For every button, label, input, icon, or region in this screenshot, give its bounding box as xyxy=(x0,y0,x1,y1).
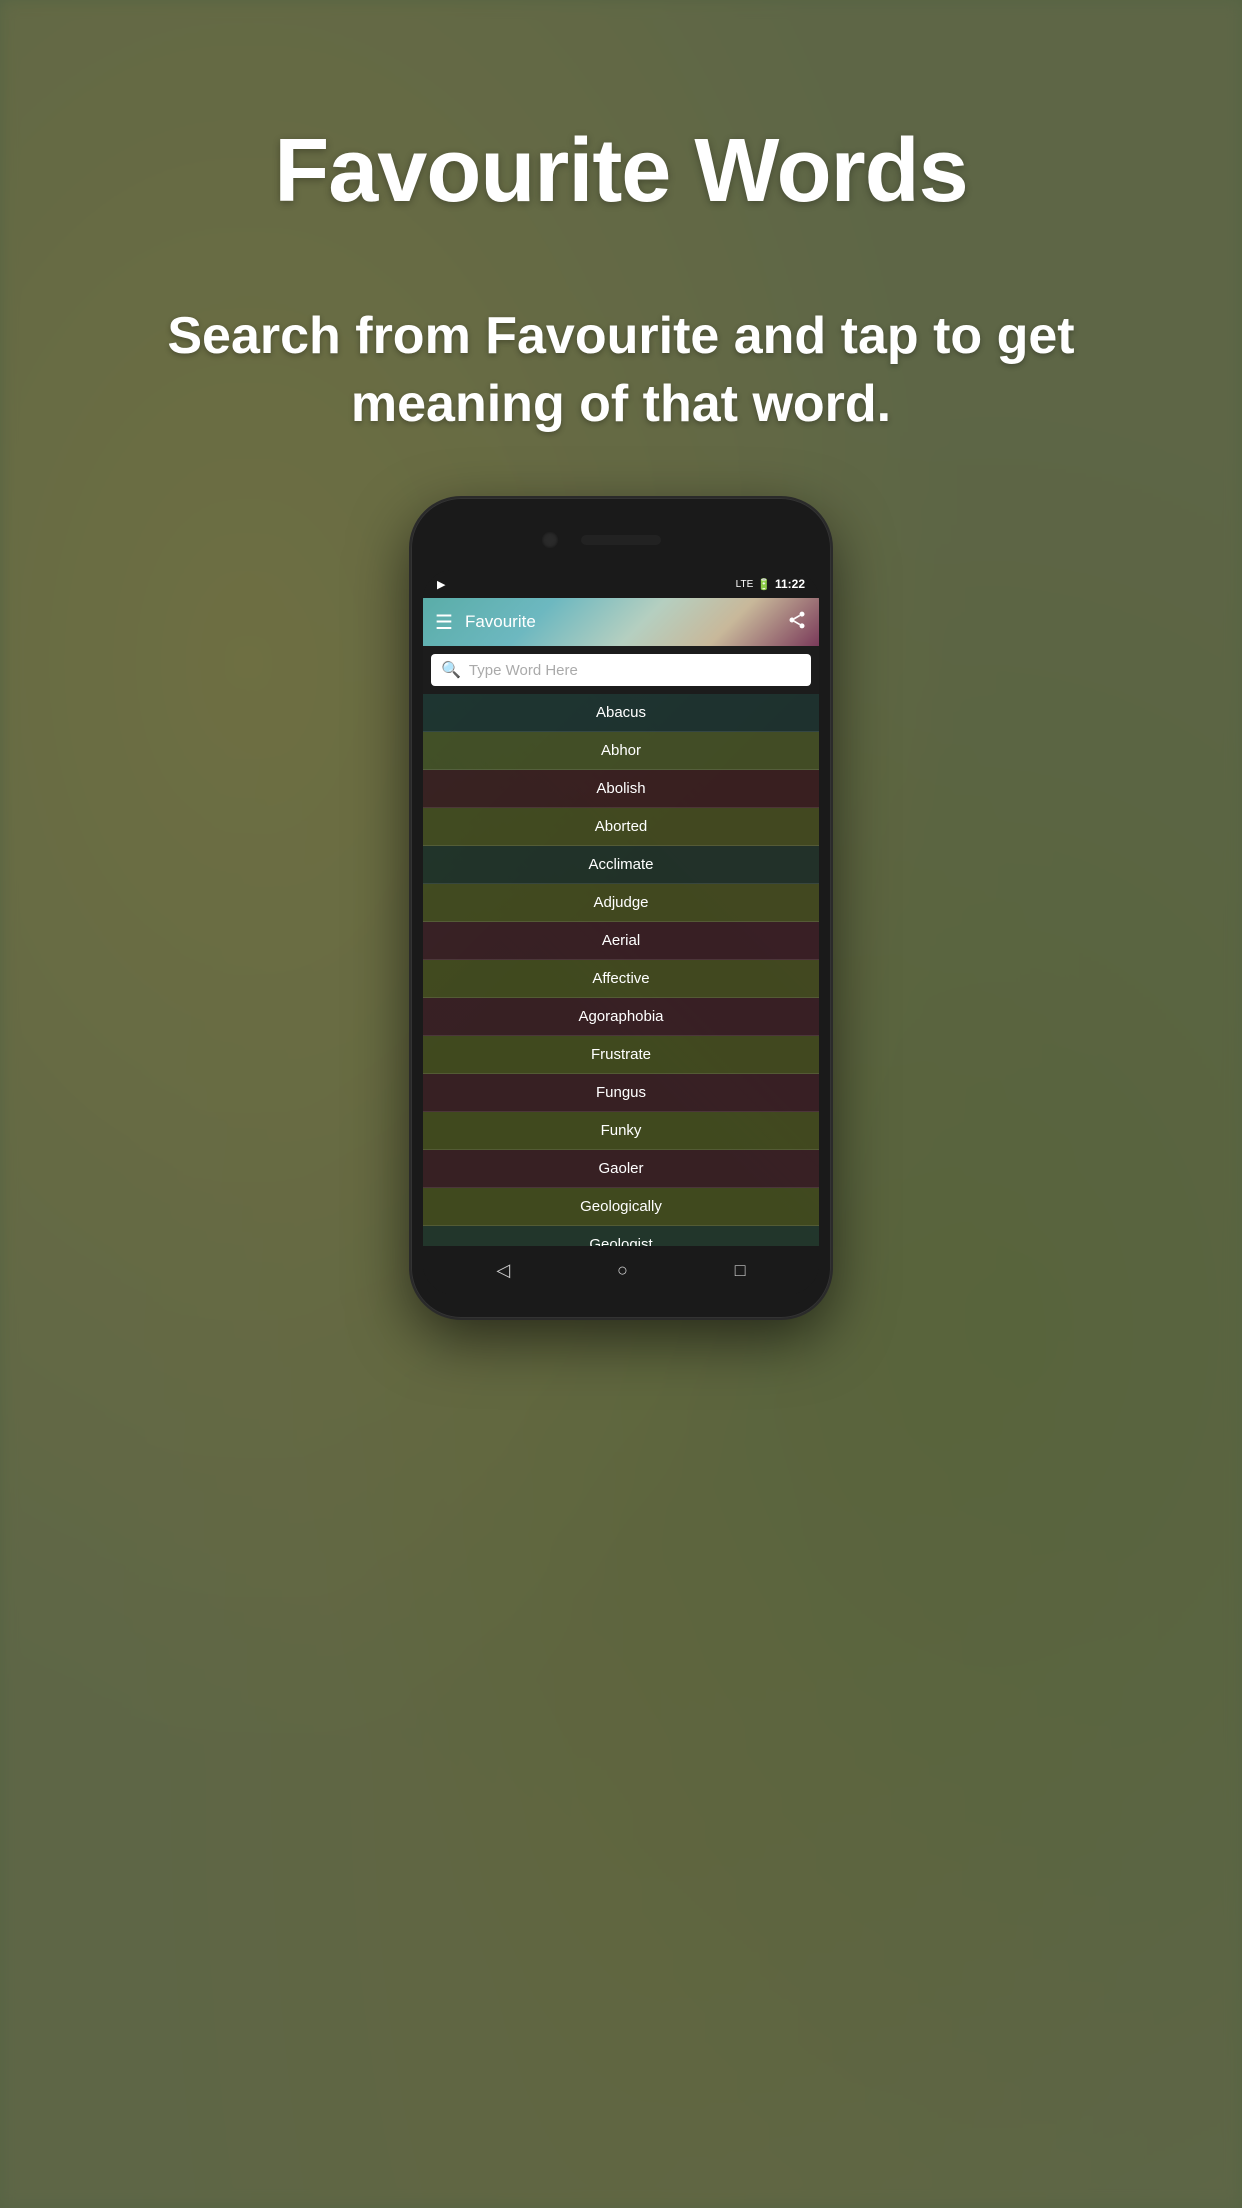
words-container: AbacusAbhorAbolishAbortedAcclimateAdjudg… xyxy=(423,694,819,1246)
list-item[interactable]: Aborted xyxy=(423,808,819,846)
recent-button[interactable]: □ xyxy=(735,1260,746,1281)
status-battery: 🔋 xyxy=(757,578,771,591)
status-bar: ▶ LTE 🔋 11:22 xyxy=(423,570,819,598)
home-button[interactable]: ○ xyxy=(617,1260,628,1281)
phone-top xyxy=(423,510,819,570)
search-icon: 🔍 xyxy=(441,660,461,680)
list-item[interactable]: Gaoler xyxy=(423,1150,819,1188)
status-play-icon: ▶ xyxy=(437,578,445,591)
status-signal: LTE xyxy=(736,579,754,590)
page-content: Favourite Words Search from Favourite an… xyxy=(0,0,1242,2208)
list-item[interactable]: Abhor xyxy=(423,732,819,770)
phone-camera xyxy=(541,531,559,549)
phone-speaker xyxy=(581,535,661,545)
list-item[interactable]: Acclimate xyxy=(423,846,819,884)
list-item[interactable]: Frustrate xyxy=(423,1036,819,1074)
phone-mockup: ▶ LTE 🔋 11:22 ☰ Favourite xyxy=(411,498,831,1318)
list-item[interactable]: Funky xyxy=(423,1112,819,1150)
phone-frame: ▶ LTE 🔋 11:22 ☰ Favourite xyxy=(411,498,831,1318)
page-subtitle: Search from Favourite and tap to get mea… xyxy=(0,303,1242,438)
list-item[interactable]: Adjudge xyxy=(423,884,819,922)
list-item[interactable]: Fungus xyxy=(423,1074,819,1112)
list-item[interactable]: Affective xyxy=(423,960,819,998)
status-right: LTE 🔋 11:22 xyxy=(736,577,805,591)
phone-screen: ▶ LTE 🔋 11:22 ☰ Favourite xyxy=(423,570,819,1294)
list-item[interactable]: Geologist xyxy=(423,1226,819,1246)
toolbar-title: Favourite xyxy=(465,612,787,632)
page-title: Favourite Words xyxy=(274,120,967,223)
list-item[interactable]: Geologically xyxy=(423,1188,819,1226)
app-toolbar: ☰ Favourite xyxy=(423,598,819,646)
list-item[interactable]: Aerial xyxy=(423,922,819,960)
list-item[interactable]: Abacus xyxy=(423,694,819,732)
words-list: AbacusAbhorAbolishAbortedAcclimateAdjudg… xyxy=(423,694,819,1246)
search-bar[interactable]: 🔍 Type Word Here xyxy=(431,654,811,686)
menu-icon[interactable]: ☰ xyxy=(435,610,453,635)
back-button[interactable]: ◁ xyxy=(496,1260,510,1281)
nav-bar: ◁ ○ □ xyxy=(423,1246,819,1294)
list-item[interactable]: Agoraphobia xyxy=(423,998,819,1036)
status-time: 11:22 xyxy=(775,577,805,591)
list-item[interactable]: Abolish xyxy=(423,770,819,808)
share-icon[interactable] xyxy=(787,610,807,635)
search-input[interactable]: Type Word Here xyxy=(469,662,801,679)
